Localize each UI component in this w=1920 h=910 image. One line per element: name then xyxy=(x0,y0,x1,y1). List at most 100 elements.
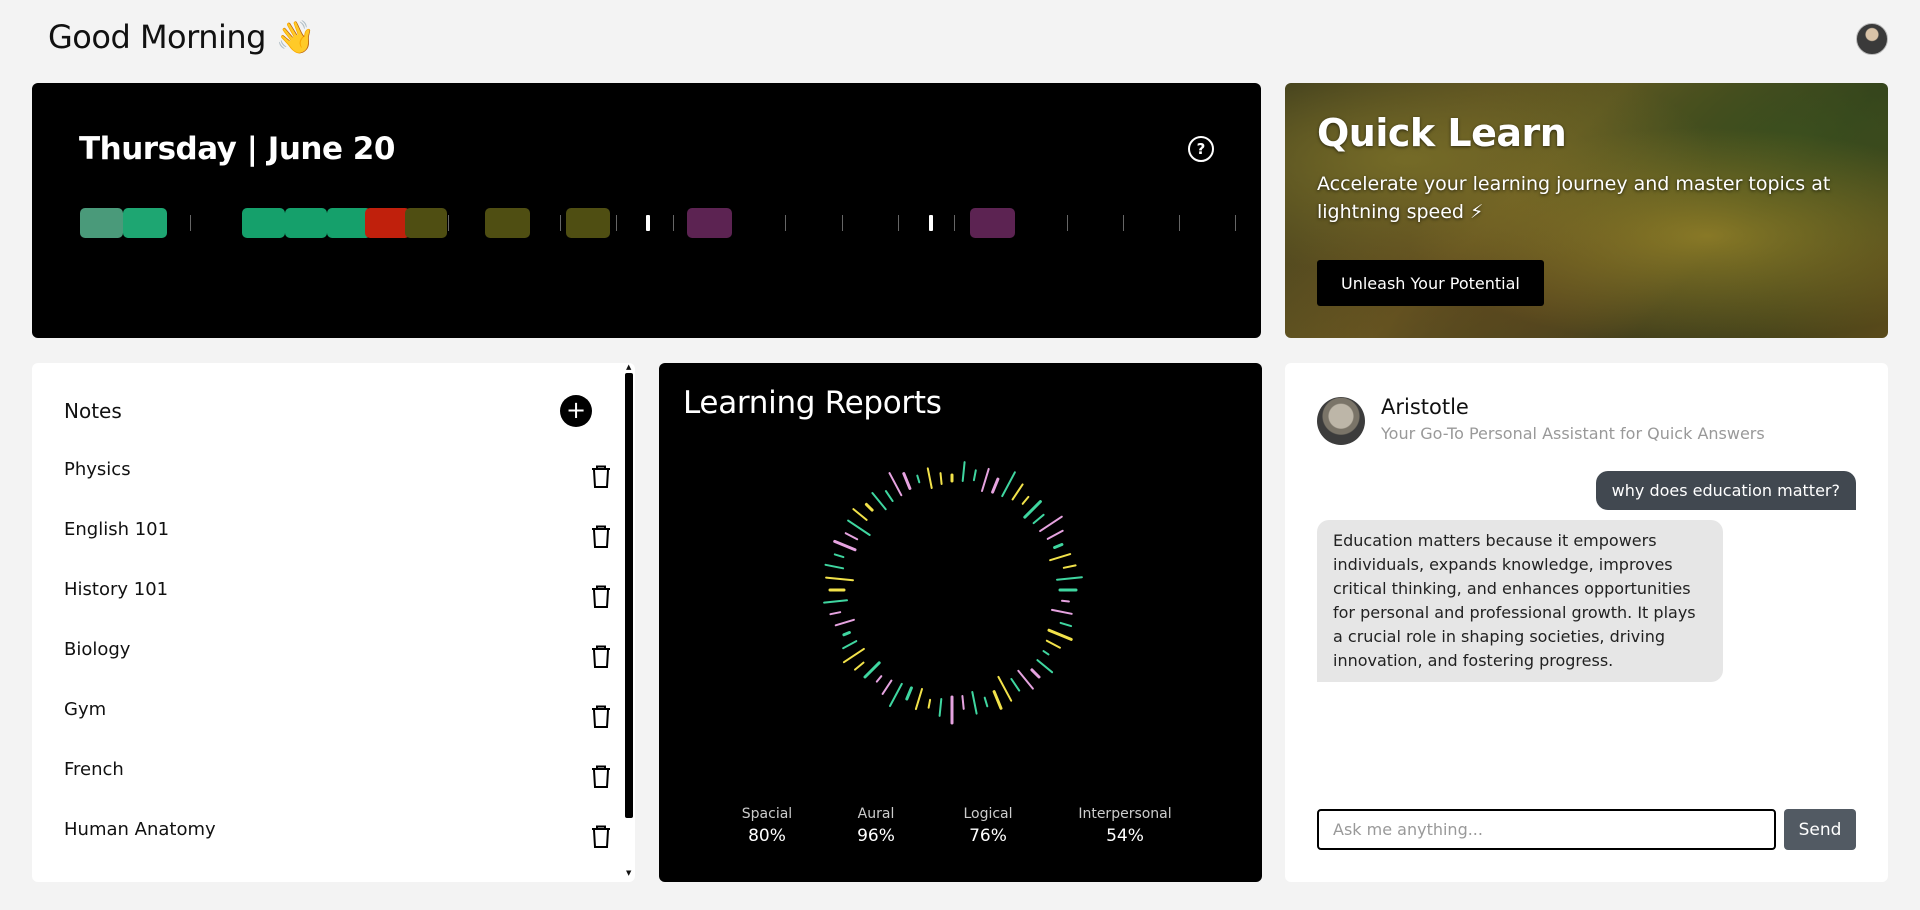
scroll-down-arrow[interactable]: ▼ xyxy=(626,869,631,877)
radial-bar xyxy=(842,631,851,637)
radial-bar xyxy=(1030,668,1041,679)
quick-learn-title: Quick Learn xyxy=(1317,111,1567,155)
radial-bar xyxy=(824,563,845,570)
note-label: Gym xyxy=(64,699,107,720)
timeline-tick xyxy=(842,215,843,231)
timeline-event-block[interactable] xyxy=(566,208,610,238)
trash-icon[interactable] xyxy=(591,825,611,849)
radial-bar xyxy=(1017,669,1034,690)
quick-learn-subtitle: Accelerate your learning journey and mas… xyxy=(1317,173,1831,223)
radial-bar xyxy=(905,686,913,701)
note-item[interactable]: Biology xyxy=(64,639,610,689)
radial-bar xyxy=(1053,543,1064,549)
timeline-tick xyxy=(954,215,955,231)
bot-name: Aristotle xyxy=(1381,395,1469,419)
radial-bar xyxy=(1046,529,1064,540)
stat-interpersonal: Interpersonal 54% xyxy=(1065,806,1185,846)
note-item[interactable]: English 101 xyxy=(64,519,610,569)
greeting-title: Good Morning 👋 xyxy=(48,18,316,56)
radial-bar xyxy=(961,695,965,710)
timeline-tick xyxy=(1179,215,1180,231)
radial-bar xyxy=(927,698,932,709)
note-item[interactable]: French xyxy=(64,759,610,809)
radial-bar xyxy=(971,691,978,715)
radial-bar xyxy=(1039,515,1063,533)
stat-value: 96% xyxy=(857,826,895,846)
timeline-tick xyxy=(1235,215,1236,231)
learning-reports-card: Learning Reports Spacial 80% Aural 96% Logic… xyxy=(659,363,1262,882)
send-button[interactable]: Send xyxy=(1784,809,1856,850)
scroll-up-arrow[interactable]: ▲ xyxy=(626,363,631,371)
notes-card: Notes + Physics English 101 History 101 Bio… xyxy=(32,363,635,882)
notes-title: Notes xyxy=(64,399,122,423)
radial-bar xyxy=(926,467,933,489)
radial-bar xyxy=(1042,650,1050,656)
trash-icon[interactable] xyxy=(591,645,611,669)
timeline-event-block[interactable] xyxy=(365,208,410,238)
chat-card: Aristotle Your Go-To Personal Assistant … xyxy=(1285,363,1888,882)
user-avatar[interactable] xyxy=(1856,23,1888,55)
timeline-tick xyxy=(1123,215,1124,231)
timeline-event-block[interactable] xyxy=(970,208,1015,238)
timeline-event-block[interactable] xyxy=(285,208,327,238)
timeline-tick xyxy=(785,215,786,231)
note-label: Biology xyxy=(64,639,131,660)
radial-bar xyxy=(871,492,887,511)
timeline-marker xyxy=(646,215,650,231)
radial-chart xyxy=(823,461,1083,725)
stat-label: Interpersonal xyxy=(1078,806,1172,822)
stat-label: Aural xyxy=(857,806,895,822)
radial-bar xyxy=(961,461,966,482)
notes-scrollbar[interactable] xyxy=(625,373,633,818)
unleash-potential-button[interactable]: Unleash Your Potential xyxy=(1317,260,1544,306)
timeline-tick xyxy=(190,215,191,231)
note-item[interactable]: History 101 xyxy=(64,579,610,629)
trash-icon[interactable] xyxy=(591,765,611,789)
plus-icon[interactable]: + xyxy=(560,395,592,427)
radial-bar xyxy=(884,490,894,502)
trash-icon[interactable] xyxy=(591,705,611,729)
timeline-tick xyxy=(560,215,561,231)
radial-bar xyxy=(829,611,842,616)
bot-avatar xyxy=(1317,397,1365,445)
user-message-bubble: why does education matter? xyxy=(1595,471,1856,510)
day-timeline xyxy=(32,83,1261,338)
timeline-marker xyxy=(929,215,933,231)
radial-bar xyxy=(854,661,865,671)
note-item[interactable]: Human Anatomy xyxy=(64,819,610,869)
timeline-event-block[interactable] xyxy=(485,208,530,238)
radial-bar xyxy=(1049,553,1072,562)
radial-bar xyxy=(992,690,1003,710)
note-label: Human Anatomy xyxy=(64,819,216,840)
radial-bar xyxy=(1036,659,1054,674)
bot-message-bubble: Education matters because it empowers in… xyxy=(1317,520,1723,682)
radial-bar xyxy=(939,472,943,485)
timeline-tick xyxy=(616,215,617,231)
note-label: Physics xyxy=(64,459,131,480)
stat-value: 54% xyxy=(1106,826,1144,846)
radial-bar xyxy=(852,508,868,521)
radial-bar xyxy=(1010,678,1021,692)
timeline-event-block[interactable] xyxy=(687,208,732,238)
calendar-card: Thursday | June 20 ? xyxy=(32,83,1261,338)
timeline-tick xyxy=(1067,215,1068,231)
timeline-event-block[interactable] xyxy=(242,208,285,238)
timeline-event-block[interactable] xyxy=(405,208,447,238)
timeline-event-block[interactable] xyxy=(123,208,167,238)
trash-icon[interactable] xyxy=(591,585,611,609)
trash-icon[interactable] xyxy=(591,525,611,549)
radial-bar xyxy=(914,688,923,711)
note-item[interactable]: Gym xyxy=(64,699,610,749)
radial-bar xyxy=(1062,564,1077,569)
radial-bar xyxy=(1059,621,1073,628)
radial-bar xyxy=(991,477,1000,494)
timeline-event-block[interactable] xyxy=(80,208,123,238)
note-label: English 101 xyxy=(64,519,170,540)
stat-label: Logical xyxy=(963,806,1013,822)
radial-bar xyxy=(1011,483,1024,501)
trash-icon[interactable] xyxy=(591,465,611,489)
stat-value: 76% xyxy=(969,826,1007,846)
radial-bar xyxy=(842,640,858,650)
chat-input[interactable] xyxy=(1317,809,1776,850)
note-item[interactable]: Physics xyxy=(64,459,610,509)
